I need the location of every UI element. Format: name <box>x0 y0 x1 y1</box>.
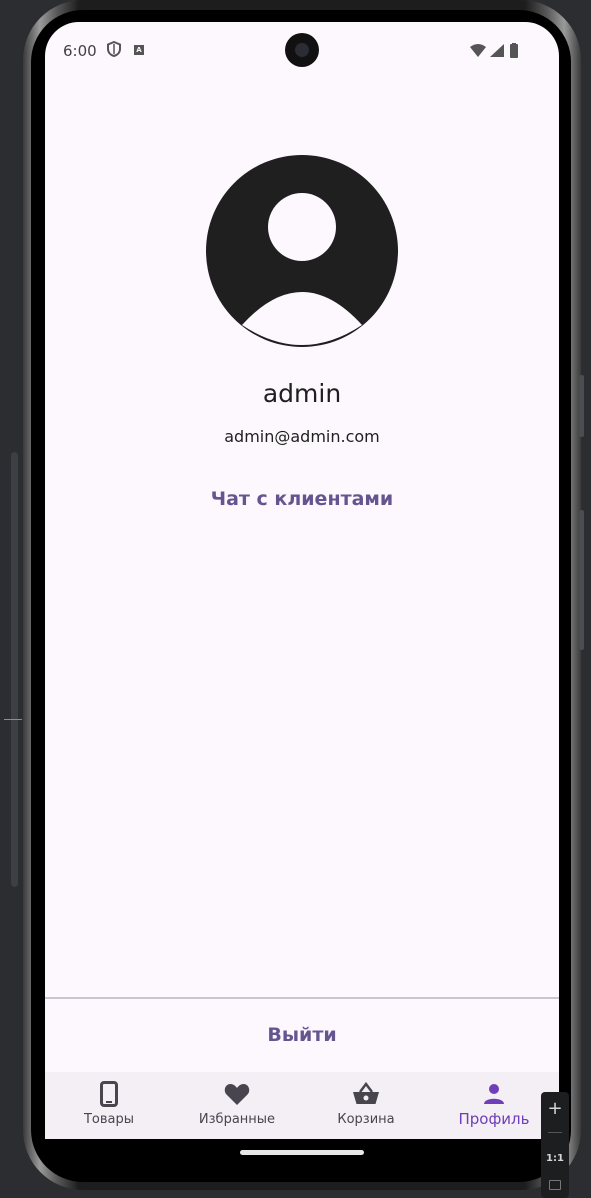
fit-screen-icon[interactable] <box>549 1180 561 1190</box>
zoom-ratio-button[interactable]: 1:1 <box>541 1153 569 1164</box>
front-camera <box>285 33 319 67</box>
heart-icon <box>173 1080 301 1108</box>
person-icon <box>430 1080 558 1108</box>
nav-item-cart[interactable]: Корзина <box>302 1072 430 1139</box>
phone-icon <box>45 1080 173 1108</box>
chat-with-clients-button[interactable]: Чат с клиентами <box>208 480 396 518</box>
home-gesture-handle[interactable] <box>240 1150 364 1155</box>
gesture-bar-area <box>45 1139 559 1172</box>
volume-button <box>579 510 584 650</box>
battery-icon <box>510 43 518 58</box>
emulator-side-rail <box>11 452 18 887</box>
status-time: 6:00 <box>63 42 97 60</box>
bottom-navigation: Товары Избранные Корзина Профиль <box>45 1072 559 1139</box>
status-right-icons <box>469 43 529 63</box>
wifi-icon <box>470 44 486 57</box>
nav-label-favorites: Избранные <box>198 1112 276 1127</box>
power-button <box>579 375 584 437</box>
divider <box>45 997 559 999</box>
nav-item-favorites[interactable]: Избранные <box>173 1072 301 1139</box>
zoom-out-button[interactable] <box>548 1132 562 1133</box>
nav-label-profile: Профиль <box>458 1110 530 1128</box>
rail-marker <box>4 719 22 720</box>
avatar-icon <box>206 155 398 351</box>
profile-username: admin <box>262 379 342 408</box>
nav-label-products: Товары <box>83 1112 135 1127</box>
notification-a-icon: A <box>134 45 144 55</box>
nav-label-cart: Корзина <box>337 1112 395 1127</box>
shield-icon <box>107 40 121 61</box>
profile-email: admin@admin.com <box>224 427 380 446</box>
basket-icon <box>302 1080 430 1108</box>
app-screen: 6:00 A admin admin@admin.com Чат с клиен… <box>45 22 559 1139</box>
nav-item-profile[interactable]: Профиль <box>430 1072 558 1139</box>
signal-icon <box>490 44 504 57</box>
logout-button[interactable]: Выйти <box>252 1016 352 1054</box>
zoom-in-button[interactable]: + <box>541 1098 569 1119</box>
emulator-zoom-controls: + 1:1 <box>541 1092 569 1198</box>
nav-item-products[interactable]: Товары <box>45 1072 173 1139</box>
